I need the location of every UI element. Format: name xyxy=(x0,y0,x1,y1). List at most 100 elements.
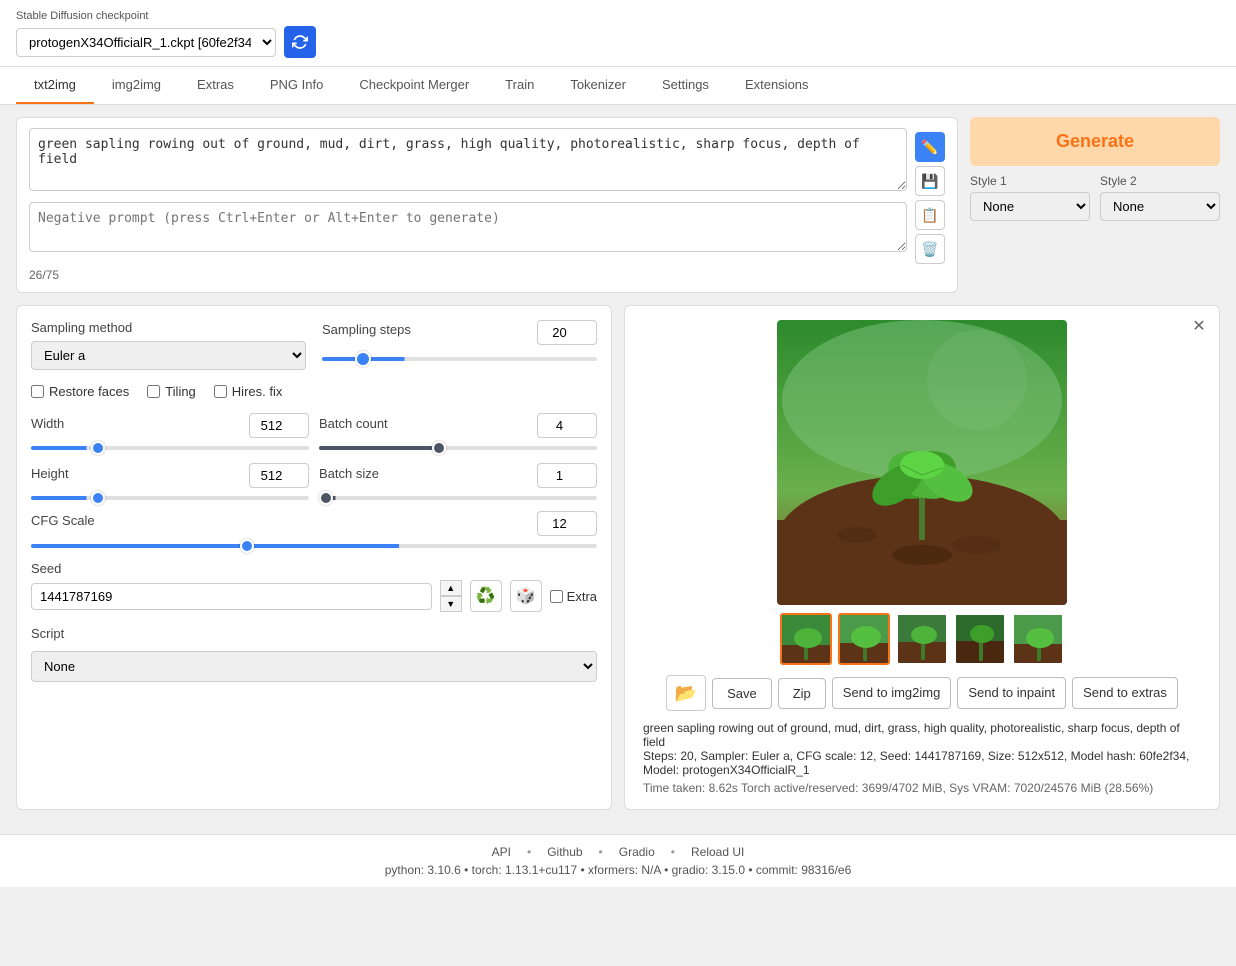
thumbnail-4[interactable] xyxy=(954,613,1006,665)
sampling-steps-label: Sampling steps xyxy=(322,322,411,337)
send-to-extras-button[interactable]: Send to extras xyxy=(1072,677,1178,710)
open-folder-button[interactable]: 📂 xyxy=(666,675,706,711)
hires-fix-checkbox[interactable]: Hires. fix xyxy=(214,384,283,399)
checkpoint-select[interactable]: protogenX34OfficialR_1.ckpt [60fe2f34] xyxy=(16,28,276,57)
negative-prompt[interactable] xyxy=(29,202,907,252)
width-input[interactable] xyxy=(249,413,309,438)
tiling-checkbox[interactable]: Tiling xyxy=(147,384,196,399)
load-prompt-icon-btn[interactable]: 📋 xyxy=(915,200,945,230)
style2-select[interactable]: None xyxy=(1100,192,1220,221)
style2-col: Style 2 None xyxy=(1100,174,1220,221)
token-count: 26/75 xyxy=(29,268,945,282)
reload-ui-link[interactable]: Reload UI xyxy=(691,845,744,859)
right-panel: ✕ xyxy=(624,305,1220,810)
sampling-method-select[interactable]: Euler a xyxy=(31,341,306,370)
batch-count-group: Batch count xyxy=(319,413,597,453)
seed-recycle-button[interactable]: ♻️ xyxy=(470,580,502,612)
tab-settings[interactable]: Settings xyxy=(644,67,727,104)
tab-img2img[interactable]: img2img xyxy=(94,67,179,104)
width-slider[interactable] xyxy=(31,446,309,450)
batch-group: Batch count Batch size xyxy=(319,413,597,503)
batch-size-label: Batch size xyxy=(319,466,379,481)
restore-faces-checkbox[interactable]: Restore faces xyxy=(31,384,129,399)
send-to-img2img-button[interactable]: Send to img2img xyxy=(832,677,952,710)
batch-count-slider[interactable] xyxy=(319,446,597,450)
trash-prompt-icon-btn[interactable]: 🗑️ xyxy=(915,234,945,264)
cfg-section: CFG Scale xyxy=(31,511,597,551)
script-section: Script None xyxy=(31,626,597,682)
seed-label: Seed xyxy=(31,561,597,576)
save-prompt-icon-btn[interactable]: 💾 xyxy=(915,166,945,196)
script-select[interactable]: None xyxy=(31,651,597,682)
sampling-method-group: Sampling method Euler a xyxy=(31,320,306,370)
tab-png-info[interactable]: PNG Info xyxy=(252,67,341,104)
style1-label: Style 1 xyxy=(970,174,1090,188)
tab-checkpoint-merger[interactable]: Checkpoint Merger xyxy=(341,67,487,104)
github-link[interactable]: Github xyxy=(547,845,582,859)
batch-size-group: Batch size xyxy=(319,463,597,503)
prompt-area: green sapling rowing out of ground, mud,… xyxy=(16,117,958,293)
refresh-button[interactable] xyxy=(284,26,316,58)
restore-faces-input[interactable] xyxy=(31,385,44,398)
seed-input[interactable] xyxy=(31,583,432,610)
image-time-text: Time taken: 8.62s Torch active/reserved:… xyxy=(643,781,1201,795)
tab-tokenizer[interactable]: Tokenizer xyxy=(552,67,644,104)
footer-links: API • Github • Gradio • Reload UI xyxy=(10,845,1226,859)
positive-prompt[interactable]: green sapling rowing out of ground, mud,… xyxy=(29,128,907,191)
seed-steppers: ▲ ▼ xyxy=(440,580,462,612)
height-input[interactable] xyxy=(249,463,309,488)
seed-up-button[interactable]: ▲ xyxy=(440,580,462,596)
prompt-icon-group: ✏️ 💾 📋 🗑️ xyxy=(915,128,945,264)
seed-dice-button[interactable]: 🎲 xyxy=(510,580,542,612)
api-link[interactable]: API xyxy=(492,845,511,859)
script-label: Script xyxy=(31,626,597,641)
gradio-link[interactable]: Gradio xyxy=(619,845,655,859)
style1-col: Style 1 None xyxy=(970,174,1090,221)
sampling-steps-slider[interactable] xyxy=(322,357,597,361)
tab-extensions[interactable]: Extensions xyxy=(727,67,827,104)
edit-prompt-icon-btn[interactable]: ✏️ xyxy=(915,132,945,162)
width-label: Width xyxy=(31,416,64,431)
tab-extras[interactable]: Extras xyxy=(179,67,252,104)
tab-txt2img[interactable]: txt2img xyxy=(16,67,94,104)
checkpoint-row: protogenX34OfficialR_1.ckpt [60fe2f34] xyxy=(16,26,1220,58)
sampling-row: Sampling method Euler a Sampling steps xyxy=(31,320,597,370)
extra-checkbox[interactable]: Extra xyxy=(550,589,597,604)
seed-down-button[interactable]: ▼ xyxy=(440,596,462,612)
sampling-steps-input[interactable] xyxy=(537,320,597,345)
cfg-input[interactable] xyxy=(537,511,597,536)
tiling-label: Tiling xyxy=(165,384,196,399)
action-buttons: 📂 Save Zip Send to img2img Send to inpai… xyxy=(639,675,1205,711)
extra-label: Extra xyxy=(567,589,597,604)
zip-button[interactable]: Zip xyxy=(778,678,826,709)
generate-section: Generate Style 1 None Style 2 None xyxy=(970,117,1220,221)
batch-size-input[interactable] xyxy=(537,463,597,488)
hires-fix-input[interactable] xyxy=(214,385,227,398)
prompt-generate-row: green sapling rowing out of ground, mud,… xyxy=(16,117,1220,293)
close-button[interactable]: ✕ xyxy=(1187,314,1211,338)
batch-count-label: Batch count xyxy=(319,416,388,431)
thumbnail-5[interactable] xyxy=(1012,613,1064,665)
restore-faces-label: Restore faces xyxy=(49,384,129,399)
send-to-inpaint-button[interactable]: Send to inpaint xyxy=(957,677,1066,710)
thumbnail-1[interactable] xyxy=(780,613,832,665)
save-button[interactable]: Save xyxy=(712,678,772,709)
extra-input[interactable] xyxy=(550,590,563,603)
batch-size-slider[interactable] xyxy=(319,496,597,500)
main-image-container xyxy=(639,320,1205,605)
prompt-section: green sapling rowing out of ground, mud,… xyxy=(16,117,958,293)
tiling-input[interactable] xyxy=(147,385,160,398)
style1-select[interactable]: None xyxy=(970,192,1090,221)
cfg-slider[interactable] xyxy=(31,544,597,548)
batch-count-input[interactable] xyxy=(537,413,597,438)
image-info: green sapling rowing out of ground, mud,… xyxy=(639,721,1205,795)
thumbnail-2[interactable] xyxy=(838,613,890,665)
generate-button[interactable]: Generate xyxy=(970,117,1220,166)
thumbnail-3[interactable] xyxy=(896,613,948,665)
left-panel: Sampling method Euler a Sampling steps xyxy=(16,305,612,810)
tab-bar: txt2img img2img Extras PNG Info Checkpoi… xyxy=(0,67,1236,105)
height-slider[interactable] xyxy=(31,496,309,500)
checkboxes-row: Restore faces Tiling Hires. fix xyxy=(31,384,597,399)
style2-label: Style 2 xyxy=(1100,174,1220,188)
tab-train[interactable]: Train xyxy=(487,67,552,104)
